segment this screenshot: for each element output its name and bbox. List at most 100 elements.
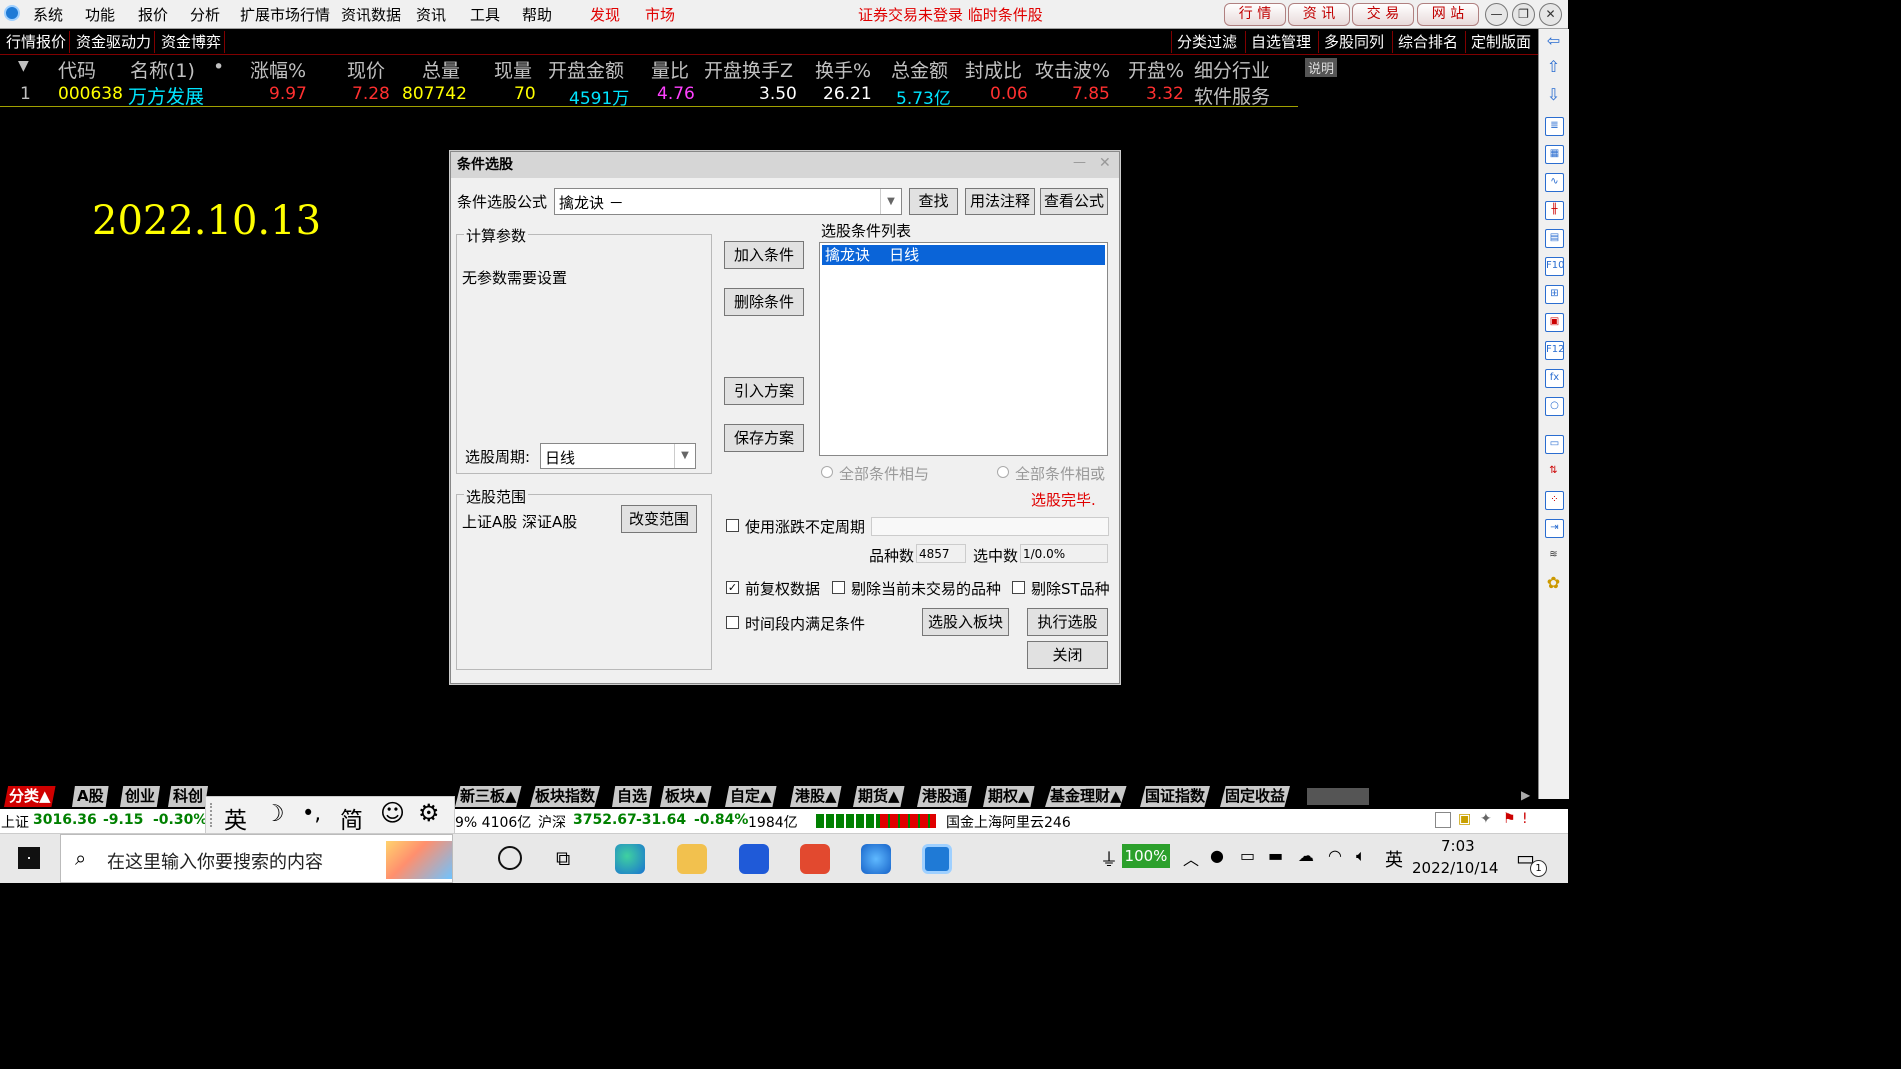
edge-icon[interactable] xyxy=(615,844,645,874)
ime-handle[interactable] xyxy=(210,803,216,827)
radio-all-and[interactable] xyxy=(821,466,833,478)
menu-quote[interactable]: 报价 xyxy=(138,4,168,25)
usage-notes-button[interactable]: 用法注释 xyxy=(965,188,1035,215)
file-explorer-icon[interactable] xyxy=(677,844,707,874)
tab-cn-index[interactable]: 国证指数 xyxy=(1140,786,1211,807)
tab-category[interactable]: 分类▲ xyxy=(4,786,56,807)
stock-app-icon[interactable] xyxy=(922,844,952,874)
kline-icon[interactable]: ╫ xyxy=(1545,201,1564,220)
windows-start-icon[interactable] xyxy=(18,847,40,869)
menu-info[interactable]: 资讯 xyxy=(416,4,446,25)
period-select[interactable]: 日线 ▼ xyxy=(540,443,696,469)
close-icon[interactable]: ✕ xyxy=(1539,3,1562,26)
view-formula-button[interactable]: 查看公式 xyxy=(1040,188,1108,215)
scroll-right-icon[interactable]: ▶ xyxy=(1521,788,1530,802)
menu-info-data[interactable]: 资讯数据 xyxy=(341,4,401,25)
plug-icon[interactable]: ⏚ xyxy=(1100,846,1118,872)
col-seal-ratio[interactable]: 封成比 xyxy=(965,56,1022,83)
trade-button[interactable]: 交 易 xyxy=(1352,3,1414,26)
export-icon[interactable]: ⇥ xyxy=(1545,519,1564,538)
dialog-minimize-icon[interactable]: — xyxy=(1073,155,1086,170)
ime-moon-icon[interactable]: ☽ xyxy=(264,801,285,827)
menu-discover[interactable]: 发现 xyxy=(590,4,620,25)
menu-analysis[interactable]: 分析 xyxy=(190,4,220,25)
ime-emoji-icon[interactable]: ☺ xyxy=(380,799,405,827)
up-arrow-icon[interactable]: ⇧ xyxy=(1545,59,1562,76)
to-block-button[interactable]: 选股入板块 xyxy=(922,608,1009,636)
col-open-pct[interactable]: 开盘% xyxy=(1128,56,1184,83)
col-open-amount[interactable]: 开盘金额 xyxy=(548,56,624,83)
find-button[interactable]: 查找 xyxy=(909,188,958,215)
fq-checkbox[interactable]: ✓ xyxy=(726,581,739,594)
app-l-icon[interactable] xyxy=(739,844,769,874)
tab-fixed-income[interactable]: 固定收益 xyxy=(1220,786,1291,807)
col-cur-volume[interactable]: 现量 xyxy=(494,56,532,83)
ie-icon[interactable] xyxy=(861,844,891,874)
gear-icon[interactable]: ✿ xyxy=(1545,575,1562,592)
tab-hk[interactable]: 港股▲ xyxy=(790,786,842,807)
use-range-period-checkbox[interactable] xyxy=(726,519,739,532)
device-icon[interactable]: ▬ xyxy=(1268,846,1283,865)
status-alert-icon[interactable]: ! xyxy=(1522,811,1528,827)
table-icon[interactable]: ▦ xyxy=(1545,145,1564,164)
stack-icon[interactable]: ≋ xyxy=(1545,547,1562,564)
tab-fund-finance[interactable]: 基金理财▲ xyxy=(1045,786,1127,807)
tab-watchlist[interactable]: 自选 xyxy=(612,786,653,807)
menu-extended-market[interactable]: 扩展市场行情 xyxy=(240,4,330,25)
minimize-icon[interactable]: — xyxy=(1485,3,1508,26)
down-arrow-icon[interactable]: ⇩ xyxy=(1545,87,1562,104)
ime-simplified-toggle[interactable]: 简 xyxy=(340,801,363,835)
status-pin-icon[interactable]: ✦ xyxy=(1480,811,1492,827)
wifi-icon[interactable]: ◠ xyxy=(1328,846,1342,865)
sort-icon[interactable]: ⇅ xyxy=(1545,463,1562,480)
col-attack-wave[interactable]: 攻击波% xyxy=(1035,56,1110,83)
ime-settings-icon[interactable]: ⚙ xyxy=(418,799,440,827)
quote-button[interactable]: 行 情 xyxy=(1224,3,1286,26)
tab-ranking[interactable]: 综合排名 xyxy=(1392,31,1458,53)
status-window-icon[interactable] xyxy=(1435,812,1451,828)
exclude-st-checkbox[interactable] xyxy=(1012,581,1025,594)
volume-icon[interactable]: 🔈︎ xyxy=(1356,846,1366,866)
menu-system[interactable]: 系统 xyxy=(33,4,63,25)
tab-hk-connect[interactable]: 港股通 xyxy=(917,786,973,807)
back-arrow-icon[interactable]: ⇦ xyxy=(1545,33,1562,50)
tab-watchlist-manage[interactable]: 自选管理 xyxy=(1245,31,1311,53)
col-volume[interactable]: 总量 xyxy=(422,56,460,83)
save-plan-button[interactable]: 保存方案 xyxy=(724,424,804,452)
window-icon[interactable]: ▤ xyxy=(1545,229,1564,248)
note-badge[interactable]: 说明 xyxy=(1305,58,1338,77)
qq-icon[interactable]: ● xyxy=(1210,846,1224,865)
tab-multi-stock[interactable]: 多股同列 xyxy=(1318,31,1384,53)
condition-list[interactable]: 擒龙诀 日线 xyxy=(819,242,1108,456)
menu-help[interactable]: 帮助 xyxy=(522,4,552,25)
menu-market[interactable]: 市场 xyxy=(645,4,675,25)
line-chart-icon[interactable]: ∿ xyxy=(1545,173,1564,192)
tab-custom-layout[interactable]: 定制版面 xyxy=(1465,31,1531,53)
exclude-untraded-checkbox[interactable] xyxy=(832,581,845,594)
status-flag-icon[interactable]: ⚑ xyxy=(1503,811,1516,827)
menu-tools[interactable]: 工具 xyxy=(470,4,500,25)
ime-lang-toggle[interactable]: 英 xyxy=(224,801,247,835)
col-vol-ratio[interactable]: 量比 xyxy=(651,56,689,83)
col-code[interactable]: 代码 xyxy=(58,56,96,83)
row-name[interactable]: 万方发展 xyxy=(128,82,204,109)
dialog-close-icon[interactable]: ✕ xyxy=(1099,155,1111,171)
formula-icon[interactable]: fx xyxy=(1545,369,1564,388)
tab-scrollbar[interactable] xyxy=(1307,788,1369,805)
time-range-checkbox[interactable] xyxy=(726,616,739,629)
col-turnover[interactable]: 换手% xyxy=(815,56,871,83)
chevron-down-icon[interactable]: ▼ xyxy=(880,189,901,214)
radio-all-or[interactable] xyxy=(997,466,1009,478)
quote-list-icon[interactable]: ≣ xyxy=(1545,117,1564,136)
row-code[interactable]: 000638 xyxy=(58,84,123,104)
status-lock-icon[interactable]: ▣ xyxy=(1458,811,1471,827)
screen-icon[interactable]: ▭ xyxy=(1240,846,1255,865)
clock-time[interactable]: 7:03 xyxy=(1441,837,1475,855)
col-change-pct[interactable]: 涨幅% xyxy=(250,56,306,83)
ime-indicator[interactable]: 英 xyxy=(1385,846,1403,872)
col-industry[interactable]: 细分行业 xyxy=(1194,56,1270,83)
close-button[interactable]: 关闭 xyxy=(1027,641,1108,669)
chevron-down-icon[interactable]: ▼ xyxy=(674,444,695,468)
taskbar-search-box[interactable]: ⌕ 在这里输入你要搜索的内容 xyxy=(60,834,453,883)
f12-icon[interactable]: F12 xyxy=(1545,341,1564,360)
